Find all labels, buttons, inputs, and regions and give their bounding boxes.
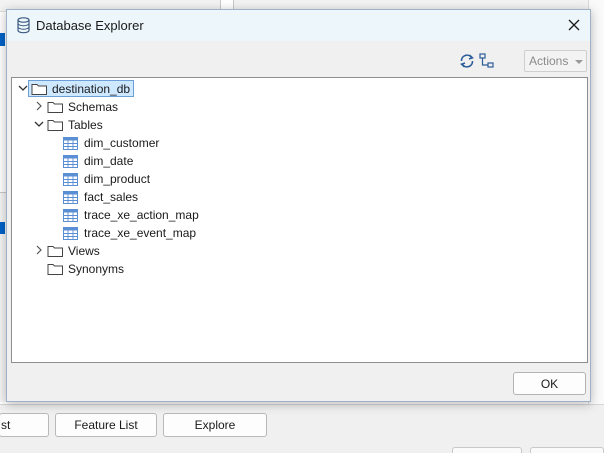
actions-dropdown-label: Actions xyxy=(529,54,569,68)
dialog-titlebar[interactable]: Database Explorer xyxy=(7,10,590,41)
table-icon xyxy=(63,191,78,204)
table-icon xyxy=(63,155,78,168)
folder-icon xyxy=(47,264,63,275)
tree-item-dim-customer[interactable]: dim_customer xyxy=(84,136,159,150)
explore-button-label: Explore xyxy=(194,418,236,432)
background-button-stub-1[interactable] xyxy=(452,447,522,453)
close-button[interactable] xyxy=(562,13,586,37)
table-icon xyxy=(63,209,78,222)
folder-icon xyxy=(31,84,47,95)
tree-item-trace-xe-event-map[interactable]: trace_xe_event_map xyxy=(84,226,196,240)
ok-button-label: OK xyxy=(540,376,559,391)
table-icon xyxy=(63,227,78,240)
actions-dropdown[interactable]: Actions xyxy=(524,50,587,72)
feature-list-button[interactable]: Feature List xyxy=(55,413,157,437)
tree-item-tables[interactable]: Tables xyxy=(68,118,103,132)
chevron-right-icon[interactable] xyxy=(33,100,45,112)
explore-button[interactable]: Explore xyxy=(163,413,267,437)
background-button-list-label: st xyxy=(1,418,11,432)
table-icon xyxy=(63,173,78,186)
tree-item-fact-sales[interactable]: fact_sales xyxy=(84,190,138,204)
chevron-right-icon[interactable] xyxy=(33,244,45,256)
tree-item-views[interactable]: Views xyxy=(68,244,100,258)
chevron-down-icon[interactable] xyxy=(33,118,45,130)
background-button-stub-2[interactable] xyxy=(530,447,604,453)
hierarchy-icon[interactable] xyxy=(479,53,494,69)
background-selected-row-marker xyxy=(0,33,5,46)
database-icon xyxy=(17,17,30,34)
dialog-title: Database Explorer xyxy=(36,18,144,33)
chevron-down-icon xyxy=(575,60,583,64)
database-tree[interactable]: destination_db Schemas Tables dim_custom… xyxy=(11,77,588,363)
tree-item-dim-date[interactable]: dim_date xyxy=(84,154,133,168)
background-button-list[interactable]: st xyxy=(0,413,49,437)
folder-icon xyxy=(47,120,63,131)
refresh-icon[interactable] xyxy=(458,52,476,70)
tree-item-schemas[interactable]: Schemas xyxy=(68,100,118,114)
tree-item-trace-xe-action-map[interactable]: trace_xe_action_map xyxy=(84,208,199,222)
background-selected-row-marker-2 xyxy=(0,222,5,234)
feature-list-button-label: Feature List xyxy=(74,418,138,432)
tree-item-synonyms[interactable]: Synonyms xyxy=(68,262,124,276)
close-icon xyxy=(568,19,580,31)
tree-item-dim-product[interactable]: dim_product xyxy=(84,172,150,186)
ok-button[interactable]: OK xyxy=(513,372,586,395)
database-explorer-dialog: Database Explorer Actions destination_db xyxy=(6,9,591,402)
folder-icon xyxy=(47,246,63,257)
table-icon xyxy=(63,137,78,150)
tree-item-destination-db[interactable]: destination_db xyxy=(52,82,130,96)
folder-icon xyxy=(47,102,63,113)
